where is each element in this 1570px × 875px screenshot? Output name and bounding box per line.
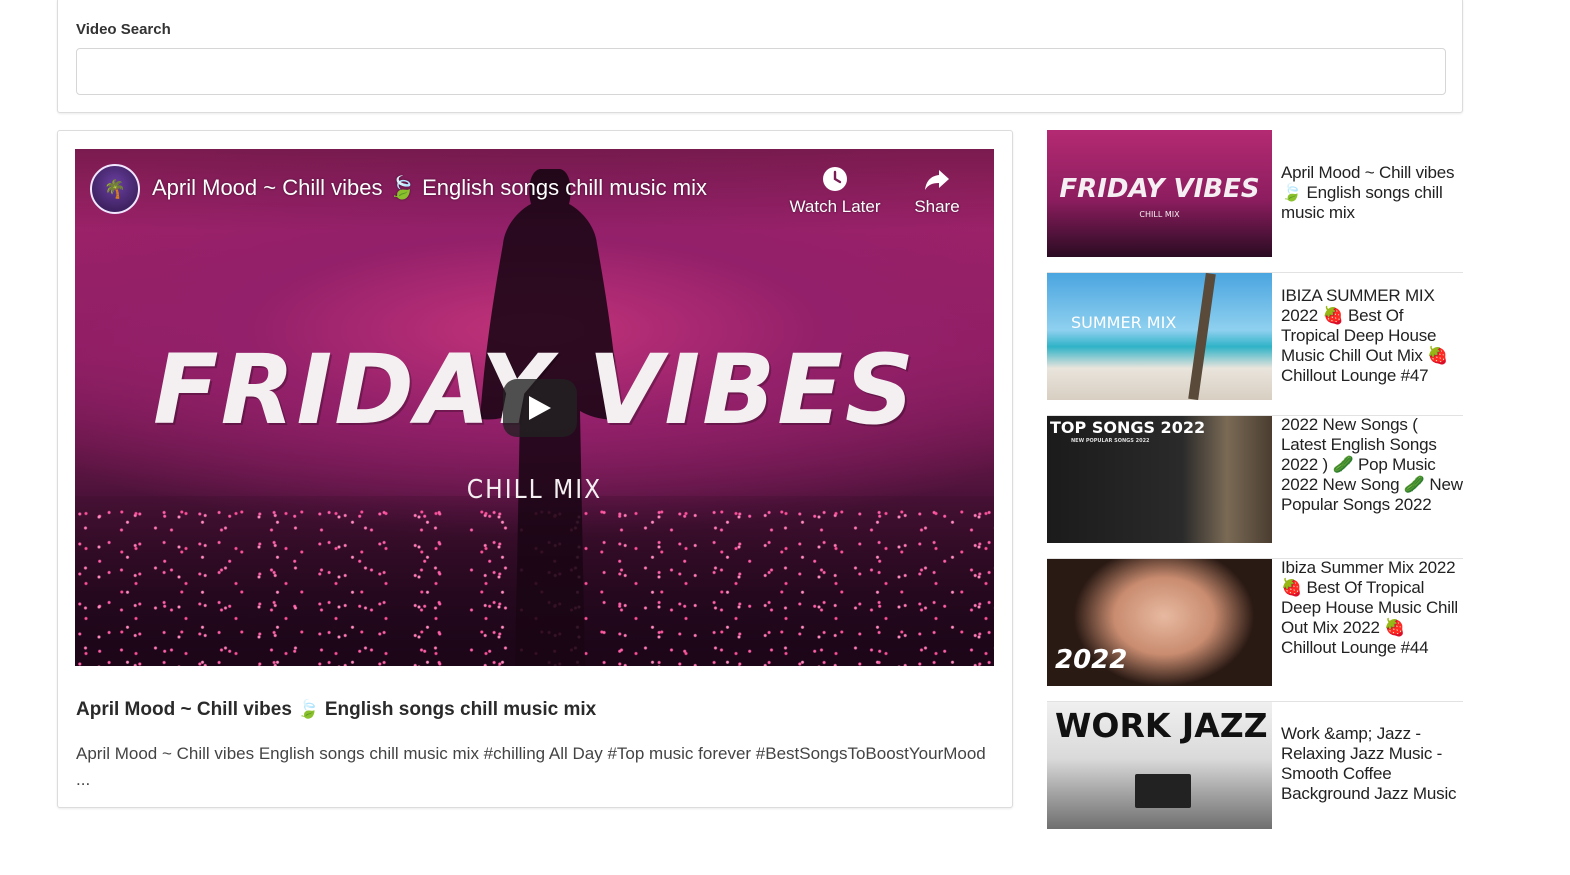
video-title-text: April Mood ~ Chill vibes: [76, 699, 292, 720]
thumbnail-subtitle: CHILL MIX: [1139, 210, 1180, 219]
channel-avatar[interactable]: 🌴: [90, 164, 140, 214]
list-item[interactable]: 2022 Ibiza Summer Mix 2022 🍓 Best Of Tro…: [1047, 558, 1463, 702]
player-video-title[interactable]: April Mood ~ Chill vibes 🍃 English songs…: [152, 175, 707, 201]
watch-later-button[interactable]: Watch Later: [787, 165, 883, 217]
thumbnail-title: 2022: [1055, 645, 1128, 675]
thumbnail-title: FRIDAY VIBES: [1059, 174, 1260, 204]
palm-trunk: [1188, 273, 1216, 400]
list-item[interactable]: TOP SONGS 2022 NEW POPULAR SONGS 2022 20…: [1047, 415, 1463, 559]
list-item[interactable]: WORK JAZZ Work &amp; Jazz - Relaxing Jaz…: [1047, 702, 1463, 845]
share-arrow-icon: [925, 170, 949, 190]
thumbnail-title: WORK JAZZ: [1055, 706, 1268, 745]
palm-tree-icon: 🌴: [103, 178, 127, 199]
thumbnail-title: TOP SONGS 2022: [1050, 418, 1206, 437]
list-item-title[interactable]: IBIZA SUMMER MIX 2022 🍓 Best Of Tropical…: [1281, 286, 1463, 386]
list-item[interactable]: FRIDAY VIBES CHILL MIX April Mood ~ Chil…: [1047, 130, 1463, 273]
video-title-rest: English songs chill music mix: [324, 699, 597, 720]
leaf-icon: 🍃: [297, 699, 320, 719]
search-input[interactable]: [76, 48, 1446, 95]
video-thumbnail[interactable]: SUMMER MIX: [1047, 273, 1272, 400]
thumbnail-subtitle: NEW POPULAR SONGS 2022: [1071, 438, 1150, 444]
search-panel: Video Search: [57, 0, 1463, 113]
laptop-image: [1135, 774, 1191, 808]
search-label: Video Search: [76, 21, 171, 38]
player-art-subtitle: CHILL MIX: [466, 475, 603, 505]
play-button[interactable]: [503, 379, 577, 437]
video-thumbnail[interactable]: FRIDAY VIBES CHILL MIX: [1047, 130, 1272, 257]
video-thumbnail[interactable]: 2022: [1047, 559, 1272, 686]
related-videos-list: FRIDAY VIBES CHILL MIX April Mood ~ Chil…: [1047, 130, 1463, 845]
clock-icon: [823, 167, 847, 191]
share-label: Share: [914, 197, 960, 216]
video-player[interactable]: FRIDAY VIBES CHILL MIX 🌴 April Mood ~ Ch…: [75, 149, 994, 666]
list-item-title[interactable]: April Mood ~ Chill vibes 🍃 English songs…: [1281, 163, 1463, 223]
video-thumbnail[interactable]: TOP SONGS 2022 NEW POPULAR SONGS 2022: [1047, 416, 1272, 543]
thumbnail-title: SUMMER MIX: [1071, 313, 1177, 332]
list-item-title[interactable]: 2022 New Songs ( Latest English Songs 20…: [1281, 415, 1463, 515]
video-description: April Mood ~ Chill vibes English songs c…: [76, 744, 986, 789]
list-item[interactable]: SUMMER MIX IBIZA SUMMER MIX 2022 🍓 Best …: [1047, 273, 1463, 416]
video-thumbnail[interactable]: WORK JAZZ: [1047, 702, 1272, 829]
share-button[interactable]: Share: [907, 165, 967, 217]
video-title: April Mood ~ Chill vibes 🍃 English songs…: [76, 699, 596, 721]
play-icon: [529, 396, 551, 420]
list-item-title[interactable]: Ibiza Summer Mix 2022 🍓 Best Of Tropical…: [1281, 558, 1463, 658]
main-video-panel: FRIDAY VIBES CHILL MIX 🌴 April Mood ~ Ch…: [57, 130, 1013, 808]
watch-later-label: Watch Later: [789, 197, 881, 216]
list-item-title[interactable]: Work &amp; Jazz - Relaxing Jazz Music - …: [1281, 724, 1463, 804]
